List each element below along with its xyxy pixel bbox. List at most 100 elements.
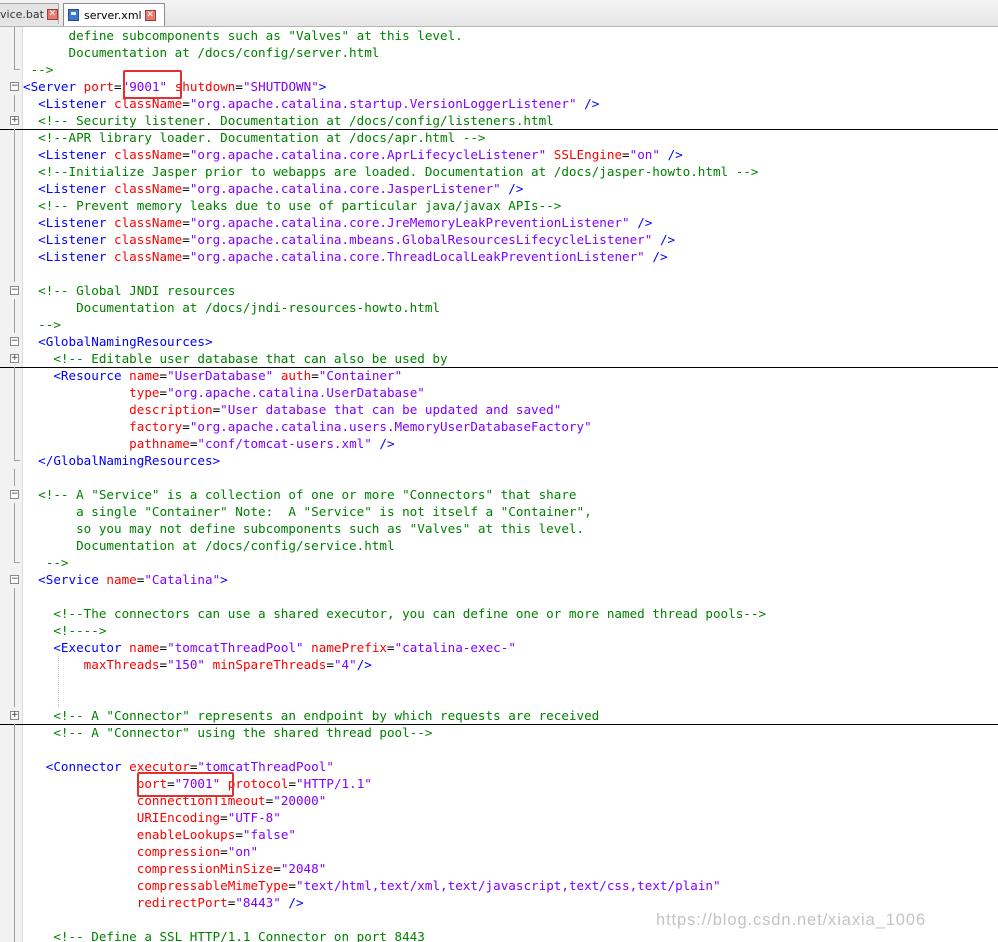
code-text: <!--Initialize Jasper prior to webapps a… [23,163,758,180]
code-line[interactable]: description="User database that can be u… [0,401,998,418]
code-line[interactable]: compression="on" [0,843,998,860]
code-text: description="User database that can be u… [23,401,561,418]
fold-tree-line [14,452,20,461]
code-line[interactable]: --> [0,554,998,571]
code-line[interactable] [0,588,998,605]
code-line[interactable]: <Listener className="org.apache.catalina… [0,180,998,197]
code-line[interactable]: <!--APR library loader. Documentation at… [0,129,998,146]
code-line[interactable]: Documentation at /docs/jndi-resources-ho… [0,299,998,316]
close-icon[interactable]: ✕ [46,8,58,20]
code-line[interactable]: Documentation at /docs/config/server.htm… [0,44,998,61]
tab-label: server.xml [84,8,142,22]
code-token: name [129,368,160,383]
code-text: enableLookups="false" [23,826,296,843]
code-text: <!----> [23,622,106,639]
code-line[interactable]: type="org.apache.catalina.UserDatabase" [0,384,998,401]
code-token: <!-- A "Connector" using the shared thre… [23,725,433,740]
code-line[interactable]: URIEncoding="UTF-8" [0,809,998,826]
fold-tree-line [14,775,15,792]
code-line[interactable]: compressableMimeType="text/html,text/xml… [0,877,998,894]
code-token: <!-- A "Service" is a collection of one … [23,487,577,502]
code-token: <!-- Security listener. Documentation at… [23,113,554,128]
code-line[interactable]: − <!-- Global JNDI resources [0,282,998,299]
code-line[interactable] [0,469,998,486]
tab-vice-bat[interactable]: vice.bat ✕ [0,3,59,24]
code-line[interactable] [0,673,998,690]
fold-tree-line [14,860,15,877]
code-line[interactable] [0,741,998,758]
code-token: namePrefix [311,640,387,655]
fold-collapse-icon[interactable]: − [10,286,19,295]
code-token: "text/html,text/xml,text/javascript,text… [295,878,721,893]
code-token: a single "Container" Note: A "Service" i… [23,504,592,519]
fold-tree-line [14,639,15,656]
code-line[interactable]: <Resource name="UserDatabase" auth="Cont… [0,367,998,384]
code-token: "org.apache.catalina.core.JasperListener… [189,181,501,196]
code-token: description [129,402,213,417]
fold-expand-icon[interactable]: + [10,116,19,125]
code-token: = [159,640,168,655]
code-line[interactable]: Documentation at /docs/config/service.ht… [0,537,998,554]
code-line[interactable]: factory="org.apache.catalina.users.Memor… [0,418,998,435]
code-line[interactable]: <Listener className="org.apache.catalina… [0,248,998,265]
code-line[interactable]: <!-- Prevent memory leaks due to use of … [0,197,998,214]
code-text: <!-- Define a SSL HTTP/1.1 Connector on … [23,928,425,942]
fold-collapse-icon[interactable]: − [10,82,19,91]
code-line[interactable]: enableLookups="false" [0,826,998,843]
code-token: Documentation at /docs/config/service.ht… [23,538,395,553]
code-line[interactable]: <!-- A "Connector" using the shared thre… [0,724,998,741]
code-line[interactable]: − <!-- A "Service" is a collection of on… [0,486,998,503]
code-token: = [182,215,190,230]
code-token: = [182,249,190,264]
fold-expand-icon[interactable]: + [10,354,19,363]
fold-tree-line [14,877,15,894]
code-line[interactable]: <!----> [0,622,998,639]
code-line[interactable]: --> [0,316,998,333]
code-text: <!-- Editable user database that can als… [23,350,447,367]
code-line[interactable]: redirectPort="8443" /> [0,894,998,911]
code-line[interactable]: <!-- Define a SSL HTTP/1.1 Connector on … [0,928,998,942]
code-line[interactable] [0,265,998,282]
code-token: URIEncoding [136,810,221,825]
code-line[interactable] [0,690,998,707]
code-token: protocol [227,776,289,791]
code-line[interactable]: − <Service name="Catalina"> [0,571,998,588]
code-line[interactable]: <!--The connectors can use a shared exec… [0,605,998,622]
code-line[interactable]: </GlobalNamingResources> [0,452,998,469]
code-line[interactable]: + <!-- Security listener. Documentation … [0,112,998,130]
code-line[interactable]: + <!-- Editable user database that can a… [0,350,998,368]
code-line[interactable]: define subcomponents such as "Valves" at… [0,27,998,44]
code-token: "org.apache.catalina.core.JreMemoryLeakP… [189,215,630,230]
code-token: <Executor [23,640,130,655]
code-line[interactable]: <Executor name="tomcatThreadPool" namePr… [0,639,998,656]
tab-server-xml[interactable]: server.xml ✕ [63,3,165,26]
code-token: <Listener [23,215,114,230]
code-line[interactable]: + <!-- A "Connector" represents an endpo… [0,707,998,725]
code-line[interactable]: <Listener className="org.apache.catalina… [0,214,998,231]
code-line[interactable]: <Listener className="org.apache.catalina… [0,146,998,163]
code-line[interactable]: so you may not define subcomponents such… [0,520,998,537]
fold-collapse-icon[interactable]: − [10,490,19,499]
code-line[interactable]: − <GlobalNamingResources> [0,333,998,350]
code-token: <Resource [23,368,130,383]
code-line[interactable]: pathname="conf/tomcat-users.xml" /> [0,435,998,452]
code-line[interactable]: compressionMinSize="2048" [0,860,998,877]
code-token: = [159,368,168,383]
code-editor[interactable]: define subcomponents such as "Valves" at… [0,27,998,942]
code-line[interactable]: maxThreads="150" minSpareThreads="4"/> [0,656,998,673]
close-icon[interactable]: ✕ [144,9,156,21]
fold-collapse-icon[interactable]: − [10,575,19,584]
fold-tree-line [14,843,15,860]
fold-collapse-icon[interactable]: − [10,337,19,346]
fold-tree-line [14,27,15,44]
code-line[interactable]: a single "Container" Note: A "Service" i… [0,503,998,520]
fold-expand-icon[interactable]: + [10,711,19,720]
code-token: "false" [242,827,296,842]
code-line[interactable]: <!--Initialize Jasper prior to webapps a… [0,163,998,180]
code-line[interactable]: <Listener className="org.apache.catalina… [0,231,998,248]
fold-tree-line [14,690,15,707]
code-text: <Listener className="org.apache.catalina… [23,146,683,163]
code-token: /> [576,96,600,111]
